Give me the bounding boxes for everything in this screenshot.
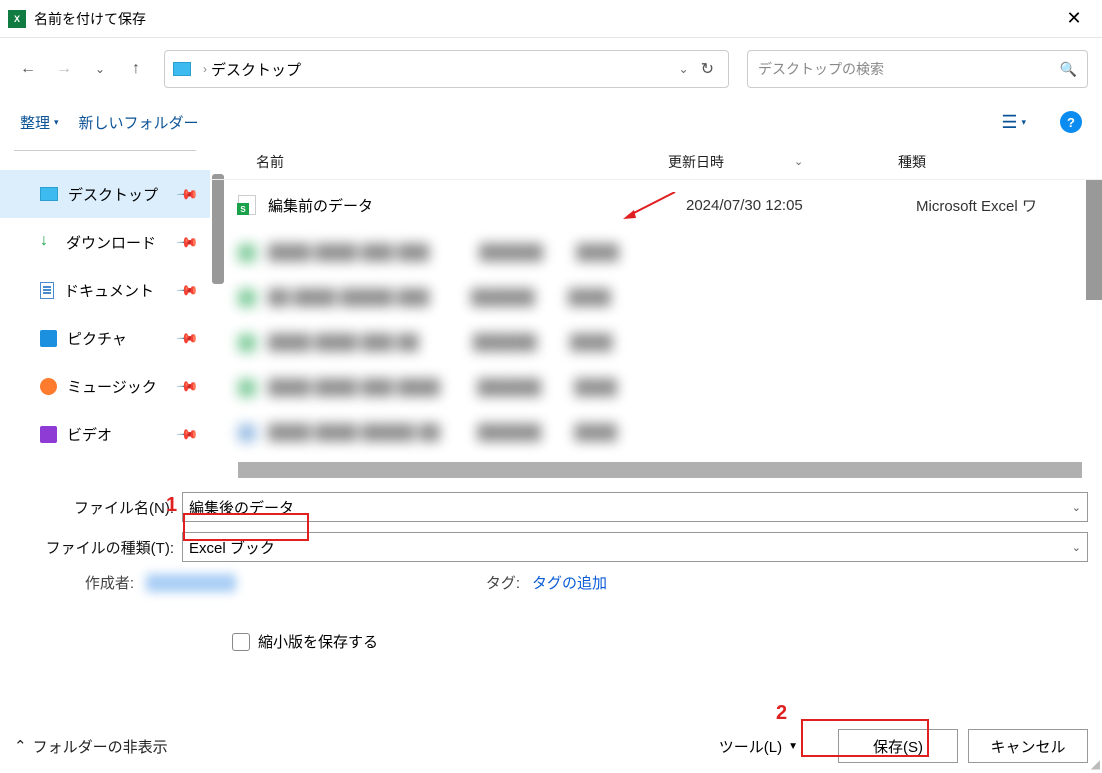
file-date: 2024/07/30 12:05: [686, 197, 916, 214]
downloads-icon: [40, 234, 56, 250]
sidebar-item-music[interactable]: ミュージック 📌: [0, 362, 210, 410]
file-type: Microsoft Excel ワ: [916, 195, 1102, 216]
desktop-icon: [40, 187, 58, 201]
address-dropdown[interactable]: ⌄: [673, 62, 695, 76]
pin-icon: 📌: [175, 374, 199, 398]
file-row-blurred: ████ ████ ███ ███ ██████ ████: [210, 230, 1102, 275]
sidebar-item-videos[interactable]: ビデオ 📌: [0, 410, 210, 458]
add-tags-link[interactable]: タグの追加: [532, 572, 607, 593]
sidebar-item-documents[interactable]: ドキュメント 📌: [0, 266, 210, 314]
search-placeholder: デスクトップの検索: [758, 59, 1060, 79]
new-folder-button[interactable]: 新しいフォルダー: [79, 112, 199, 133]
address-bar[interactable]: › デスクトップ ⌄ ↻: [164, 50, 729, 88]
excel-app-icon: X: [8, 10, 26, 28]
sidebar-item-label: ドキュメント: [64, 280, 154, 301]
file-row-blurred: ████ ████ ███ ████ ██████ ████: [210, 365, 1102, 410]
chevron-up-icon: ⌃: [14, 737, 27, 755]
organize-button[interactable]: 整理▾: [20, 112, 59, 133]
author-label: 作成者:: [74, 572, 134, 593]
column-headers: 名前 更新日時⌄ 種類: [210, 144, 1102, 180]
back-button[interactable]: ←: [14, 55, 42, 83]
pictures-icon: [40, 330, 57, 347]
videos-icon: [40, 426, 57, 443]
cancel-button[interactable]: キャンセル: [968, 729, 1088, 763]
toolbar: 整理▾ 新しいフォルダー ☰ ▾ ?: [0, 100, 1102, 144]
file-scrollbar-vertical[interactable]: [1086, 180, 1102, 300]
search-icon: 🔍: [1060, 61, 1077, 78]
pin-icon: 📌: [175, 230, 199, 254]
content-area: デスクトップ 📌 ダウンロード 📌 ドキュメント 📌 ピクチャ 📌 ミュージック…: [0, 144, 1102, 478]
header-date[interactable]: 更新日時⌄: [668, 152, 898, 172]
sidebar-item-label: ピクチャ: [67, 328, 127, 349]
up-button[interactable]: ↑: [122, 55, 150, 83]
music-icon: [40, 378, 57, 395]
save-form: ファイル名(N): 編集後のデータ ⌄ ファイルの種類(T): Excel ブッ…: [0, 478, 1102, 652]
footer: ⌃ フォルダーの非表示 ツール(L)▼ 保存(S) キャンセル: [0, 719, 1102, 773]
excel-file-icon: [238, 195, 256, 215]
filetype-label: ファイルの種類(T):: [14, 537, 182, 558]
help-button[interactable]: ?: [1060, 111, 1082, 133]
thumbnail-label: 縮小版を保存する: [258, 631, 378, 652]
file-scrollbar-horizontal[interactable]: [238, 462, 1082, 478]
documents-icon: [40, 282, 54, 299]
file-row[interactable]: 編集前のデータ 2024/07/30 12:05 Microsoft Excel…: [210, 180, 1102, 230]
breadcrumb-current[interactable]: デスクトップ: [211, 59, 301, 80]
filename-label: ファイル名(N):: [14, 497, 182, 518]
window-title: 名前を付けて保存: [34, 9, 1054, 29]
file-row-blurred: ████ ████ ███ ██ ██████ ████: [210, 320, 1102, 365]
forward-button[interactable]: →: [50, 55, 78, 83]
file-name: 編集前のデータ: [268, 195, 686, 216]
pin-icon: 📌: [175, 278, 199, 302]
sidebar-item-label: デスクトップ: [68, 184, 158, 205]
breadcrumb-separator: ›: [203, 62, 207, 76]
thumbnail-checkbox[interactable]: [232, 633, 250, 651]
file-row-blurred: ████ ████ █████ ██ ██████ ████: [210, 410, 1102, 455]
file-list: 名前 更新日時⌄ 種類 編集前のデータ 2024/07/30 12:05 Mic…: [210, 144, 1102, 478]
pin-icon: 📌: [175, 182, 199, 206]
file-row-blurred: ██ ████ █████ ███ ██████ ████: [210, 275, 1102, 320]
search-box[interactable]: デスクトップの検索 🔍: [747, 50, 1088, 88]
filetype-select[interactable]: Excel ブック ⌄: [182, 532, 1088, 562]
sidebar-item-label: ミュージック: [67, 376, 157, 397]
sidebar-item-downloads[interactable]: ダウンロード 📌: [0, 218, 210, 266]
header-type[interactable]: 種類: [898, 152, 1102, 172]
title-bar: X 名前を付けて保存 ✕: [0, 0, 1102, 38]
header-name[interactable]: 名前: [238, 152, 668, 172]
pin-icon: 📌: [175, 422, 199, 446]
nav-bar: ← → ⌄ ↑ › デスクトップ ⌄ ↻ デスクトップの検索 🔍: [0, 38, 1102, 100]
sidebar-item-desktop[interactable]: デスクトップ 📌: [0, 170, 210, 218]
sidebar-item-label: ダウンロード: [66, 232, 156, 253]
sidebar-item-label: ビデオ: [67, 424, 112, 445]
view-options-button[interactable]: ☰ ▾: [1001, 112, 1026, 133]
pin-icon: 📌: [175, 326, 199, 350]
save-button[interactable]: 保存(S): [838, 729, 958, 763]
author-value-blurred: [146, 574, 236, 592]
close-button[interactable]: ✕: [1054, 0, 1094, 38]
sidebar: デスクトップ 📌 ダウンロード 📌 ドキュメント 📌 ピクチャ 📌 ミュージック…: [0, 144, 210, 478]
resize-grip[interactable]: ◢: [1091, 757, 1100, 771]
tools-dropdown[interactable]: ツール(L)▼: [719, 736, 798, 757]
refresh-button[interactable]: ↻: [695, 59, 720, 79]
sidebar-item-pictures[interactable]: ピクチャ 📌: [0, 314, 210, 362]
hide-folders-toggle[interactable]: ⌃ フォルダーの非表示: [14, 736, 168, 757]
filename-input[interactable]: 編集後のデータ ⌄: [182, 492, 1088, 522]
tags-label: タグ:: [460, 572, 520, 593]
recent-dropdown[interactable]: ⌄: [86, 55, 114, 83]
desktop-icon: [173, 62, 191, 76]
